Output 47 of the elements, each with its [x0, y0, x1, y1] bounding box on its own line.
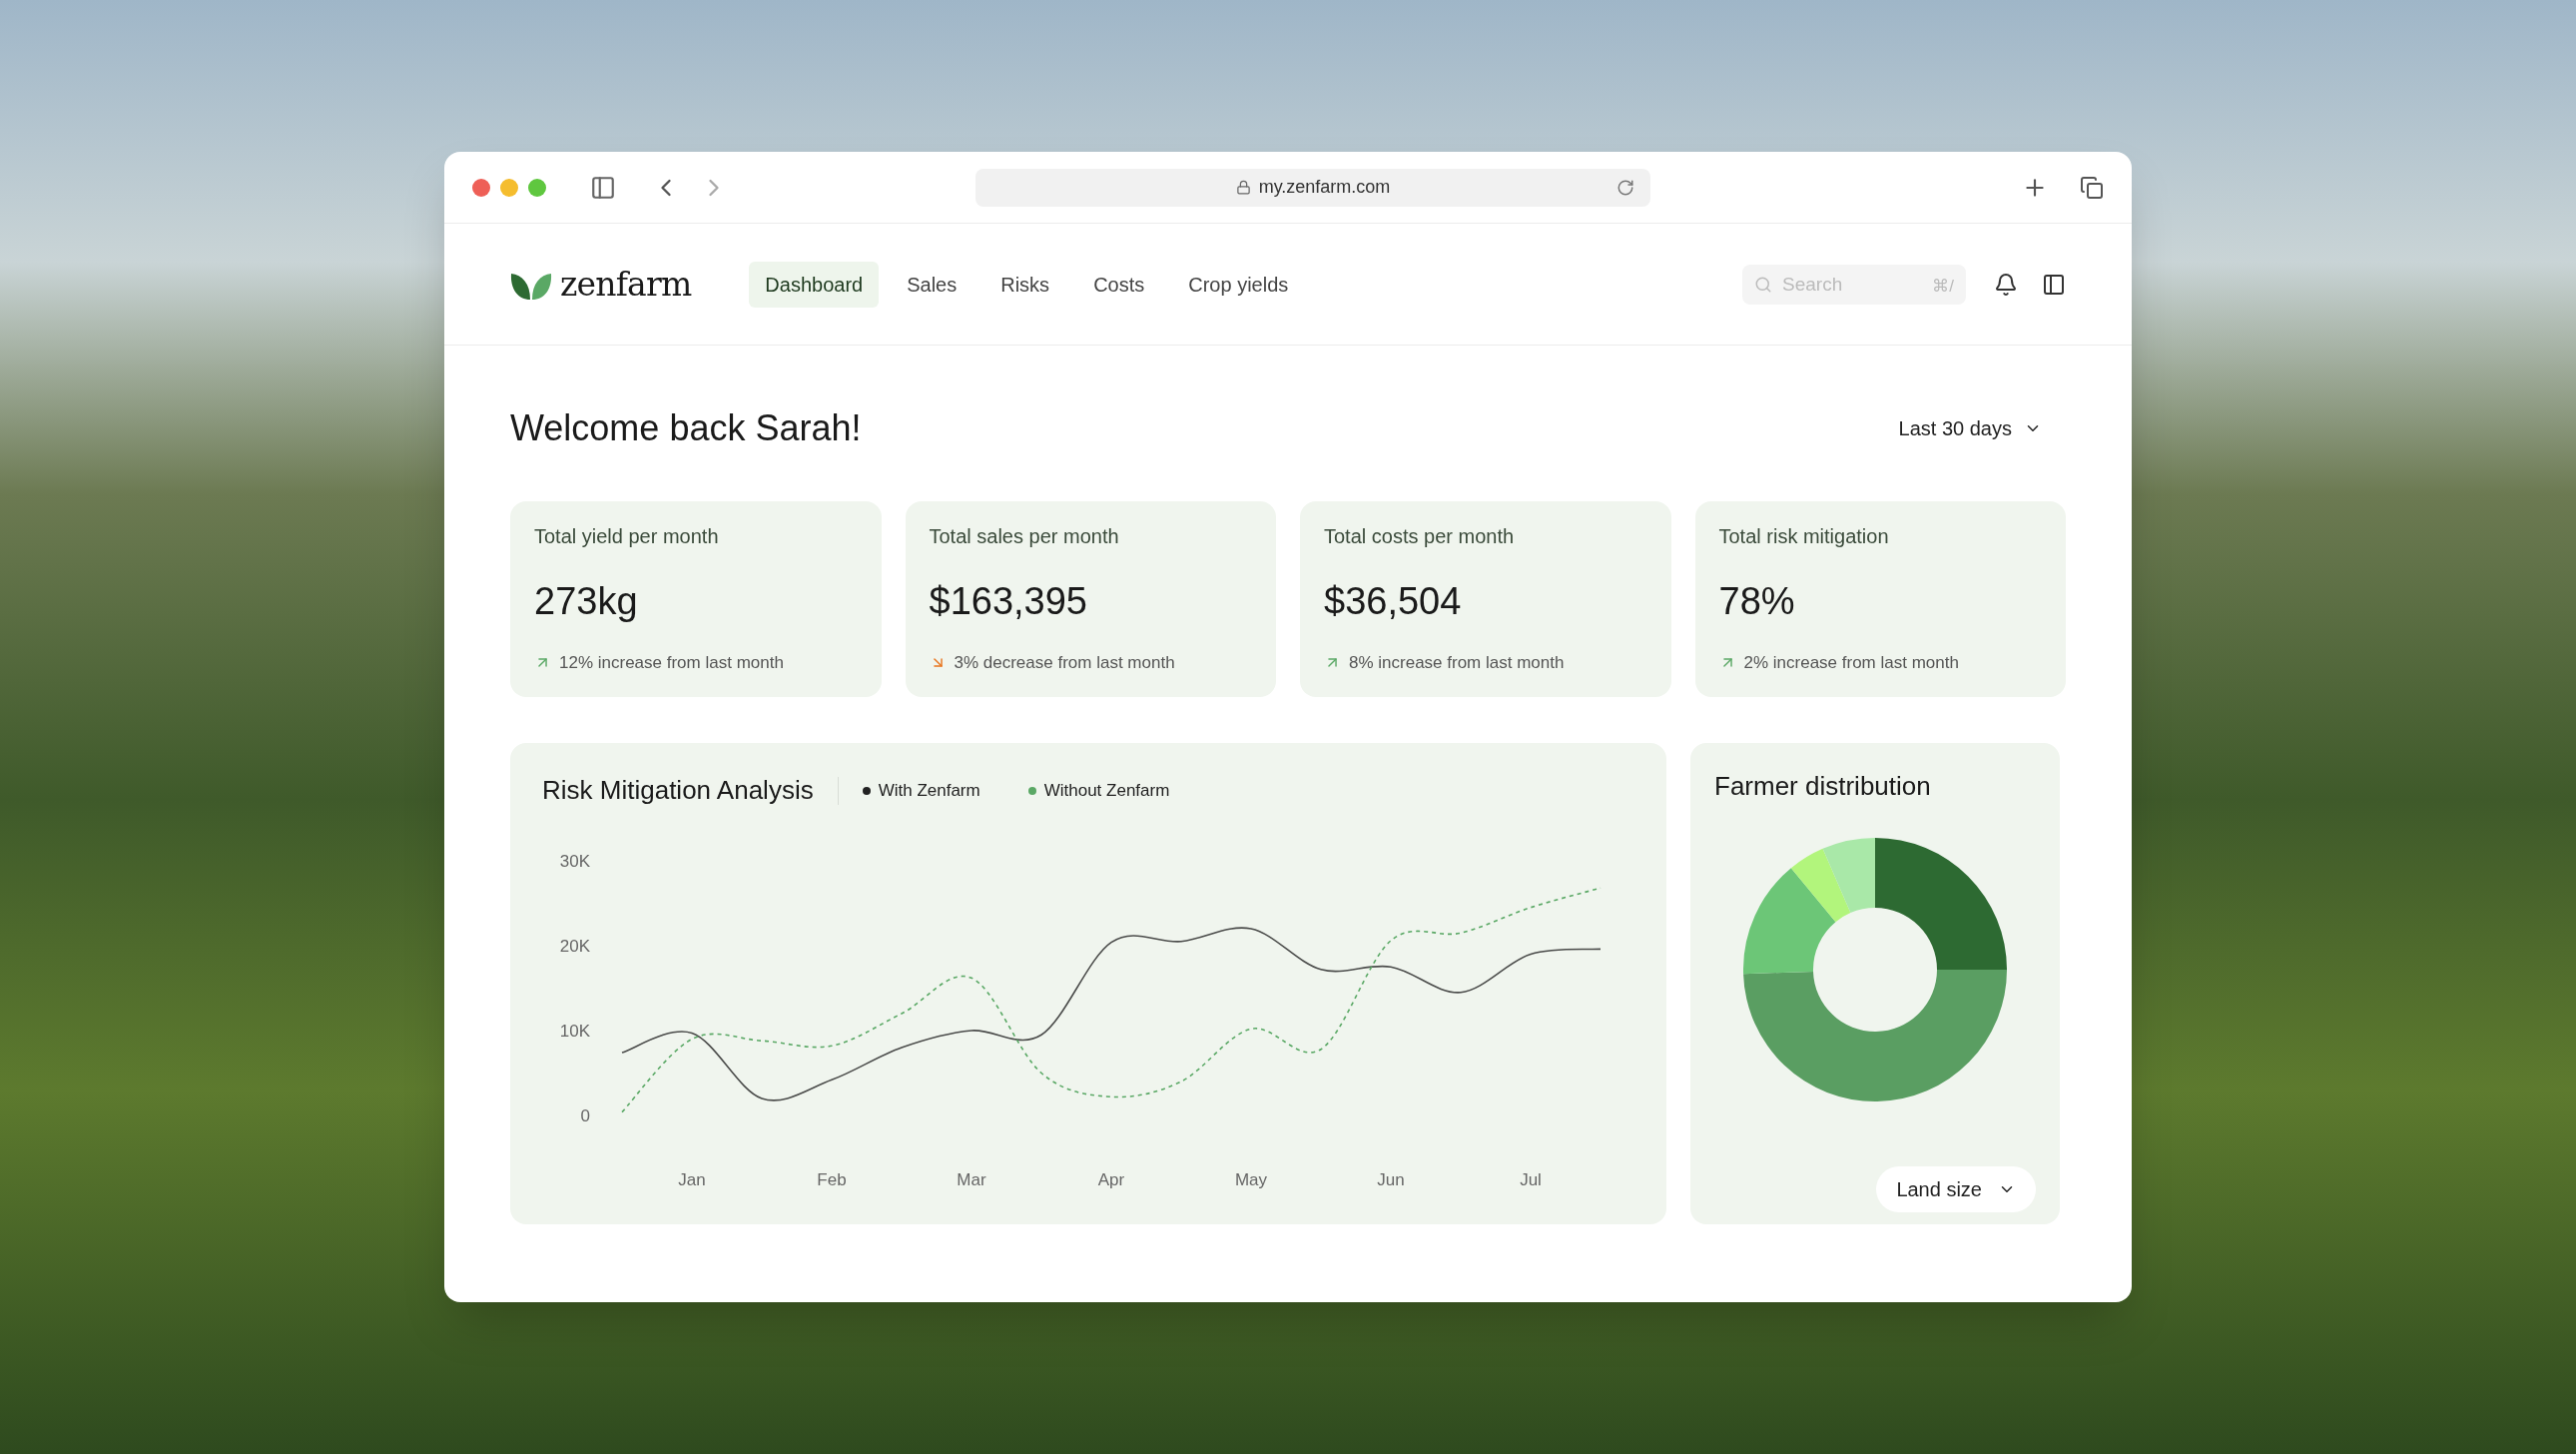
y-tick-label: 30K [559, 852, 590, 871]
reload-icon[interactable] [1616, 178, 1634, 197]
stat-value: $36,504 [1324, 579, 1463, 624]
search-icon [1754, 275, 1772, 294]
stat-change: 8% increase from last month [1349, 652, 1565, 674]
y-tick-label: 20K [559, 937, 590, 956]
notification-bell-icon[interactable] [1994, 272, 2018, 297]
nav-tab[interactable]: Costs [1077, 261, 1161, 308]
address-bar[interactable]: my.zenfarm.com [975, 168, 1650, 207]
stat-value: $163,395 [929, 579, 1088, 624]
nav-tab[interactable]: Crop yields [1172, 261, 1305, 308]
x-tick-label: May [1234, 1170, 1268, 1189]
shortcut-hint: ⌘/ [1932, 275, 1954, 298]
stat-change: 2% increase from last month [1743, 652, 1959, 674]
nav-tab[interactable]: Risks [984, 261, 1066, 308]
legend-label: With Zenfarm [878, 779, 980, 802]
nav-tab[interactable]: Sales [891, 261, 973, 308]
y-tick-label: 0 [580, 1106, 590, 1125]
stat-label: Total sales per month [929, 524, 1120, 549]
lock-icon [1235, 180, 1251, 195]
land-size-dropdown[interactable]: Land size [1876, 1166, 2036, 1212]
period-dropdown[interactable]: Last 30 days [1898, 413, 2042, 443]
x-tick-label: Jan [678, 1170, 706, 1189]
logo-text: zenfarm [560, 263, 692, 306]
x-tick-label: Jun [1377, 1170, 1405, 1189]
distribution-title: Farmer distribution [1714, 770, 1932, 803]
panel-toggle-icon[interactable] [2042, 272, 2066, 297]
x-tick-label: Mar [957, 1170, 986, 1189]
stat-value: 273kg [534, 579, 639, 624]
tabs-overview-icon[interactable] [2080, 175, 2104, 200]
y-tick-label: 10K [559, 1022, 590, 1041]
stat-label: Total risk mitigation [1718, 524, 1890, 549]
chart-title: Risk Mitigation Analysis [542, 774, 814, 807]
legend-label: Without Zenfarm [1043, 779, 1170, 802]
nav-tab[interactable]: Dashboard [749, 261, 880, 308]
x-tick-label: Feb [817, 1170, 847, 1189]
x-tick-label: Apr [1097, 1170, 1125, 1189]
stat-value: 78% [1718, 579, 1796, 624]
x-tick-label: Jul [1520, 1170, 1542, 1189]
url-text: my.zenfarm.com [1258, 176, 1391, 199]
stat-change: 12% increase from last month [559, 652, 784, 674]
close-window-button[interactable] [472, 178, 490, 197]
stat-label: Total yield per month [534, 524, 720, 549]
welcome-heading: Welcome back Sarah! [510, 406, 862, 450]
sidebar-toggle-icon[interactable] [590, 174, 616, 201]
stat-label: Total costs per month [1324, 524, 1516, 549]
stat-change: 3% decrease from last month [954, 652, 1175, 674]
